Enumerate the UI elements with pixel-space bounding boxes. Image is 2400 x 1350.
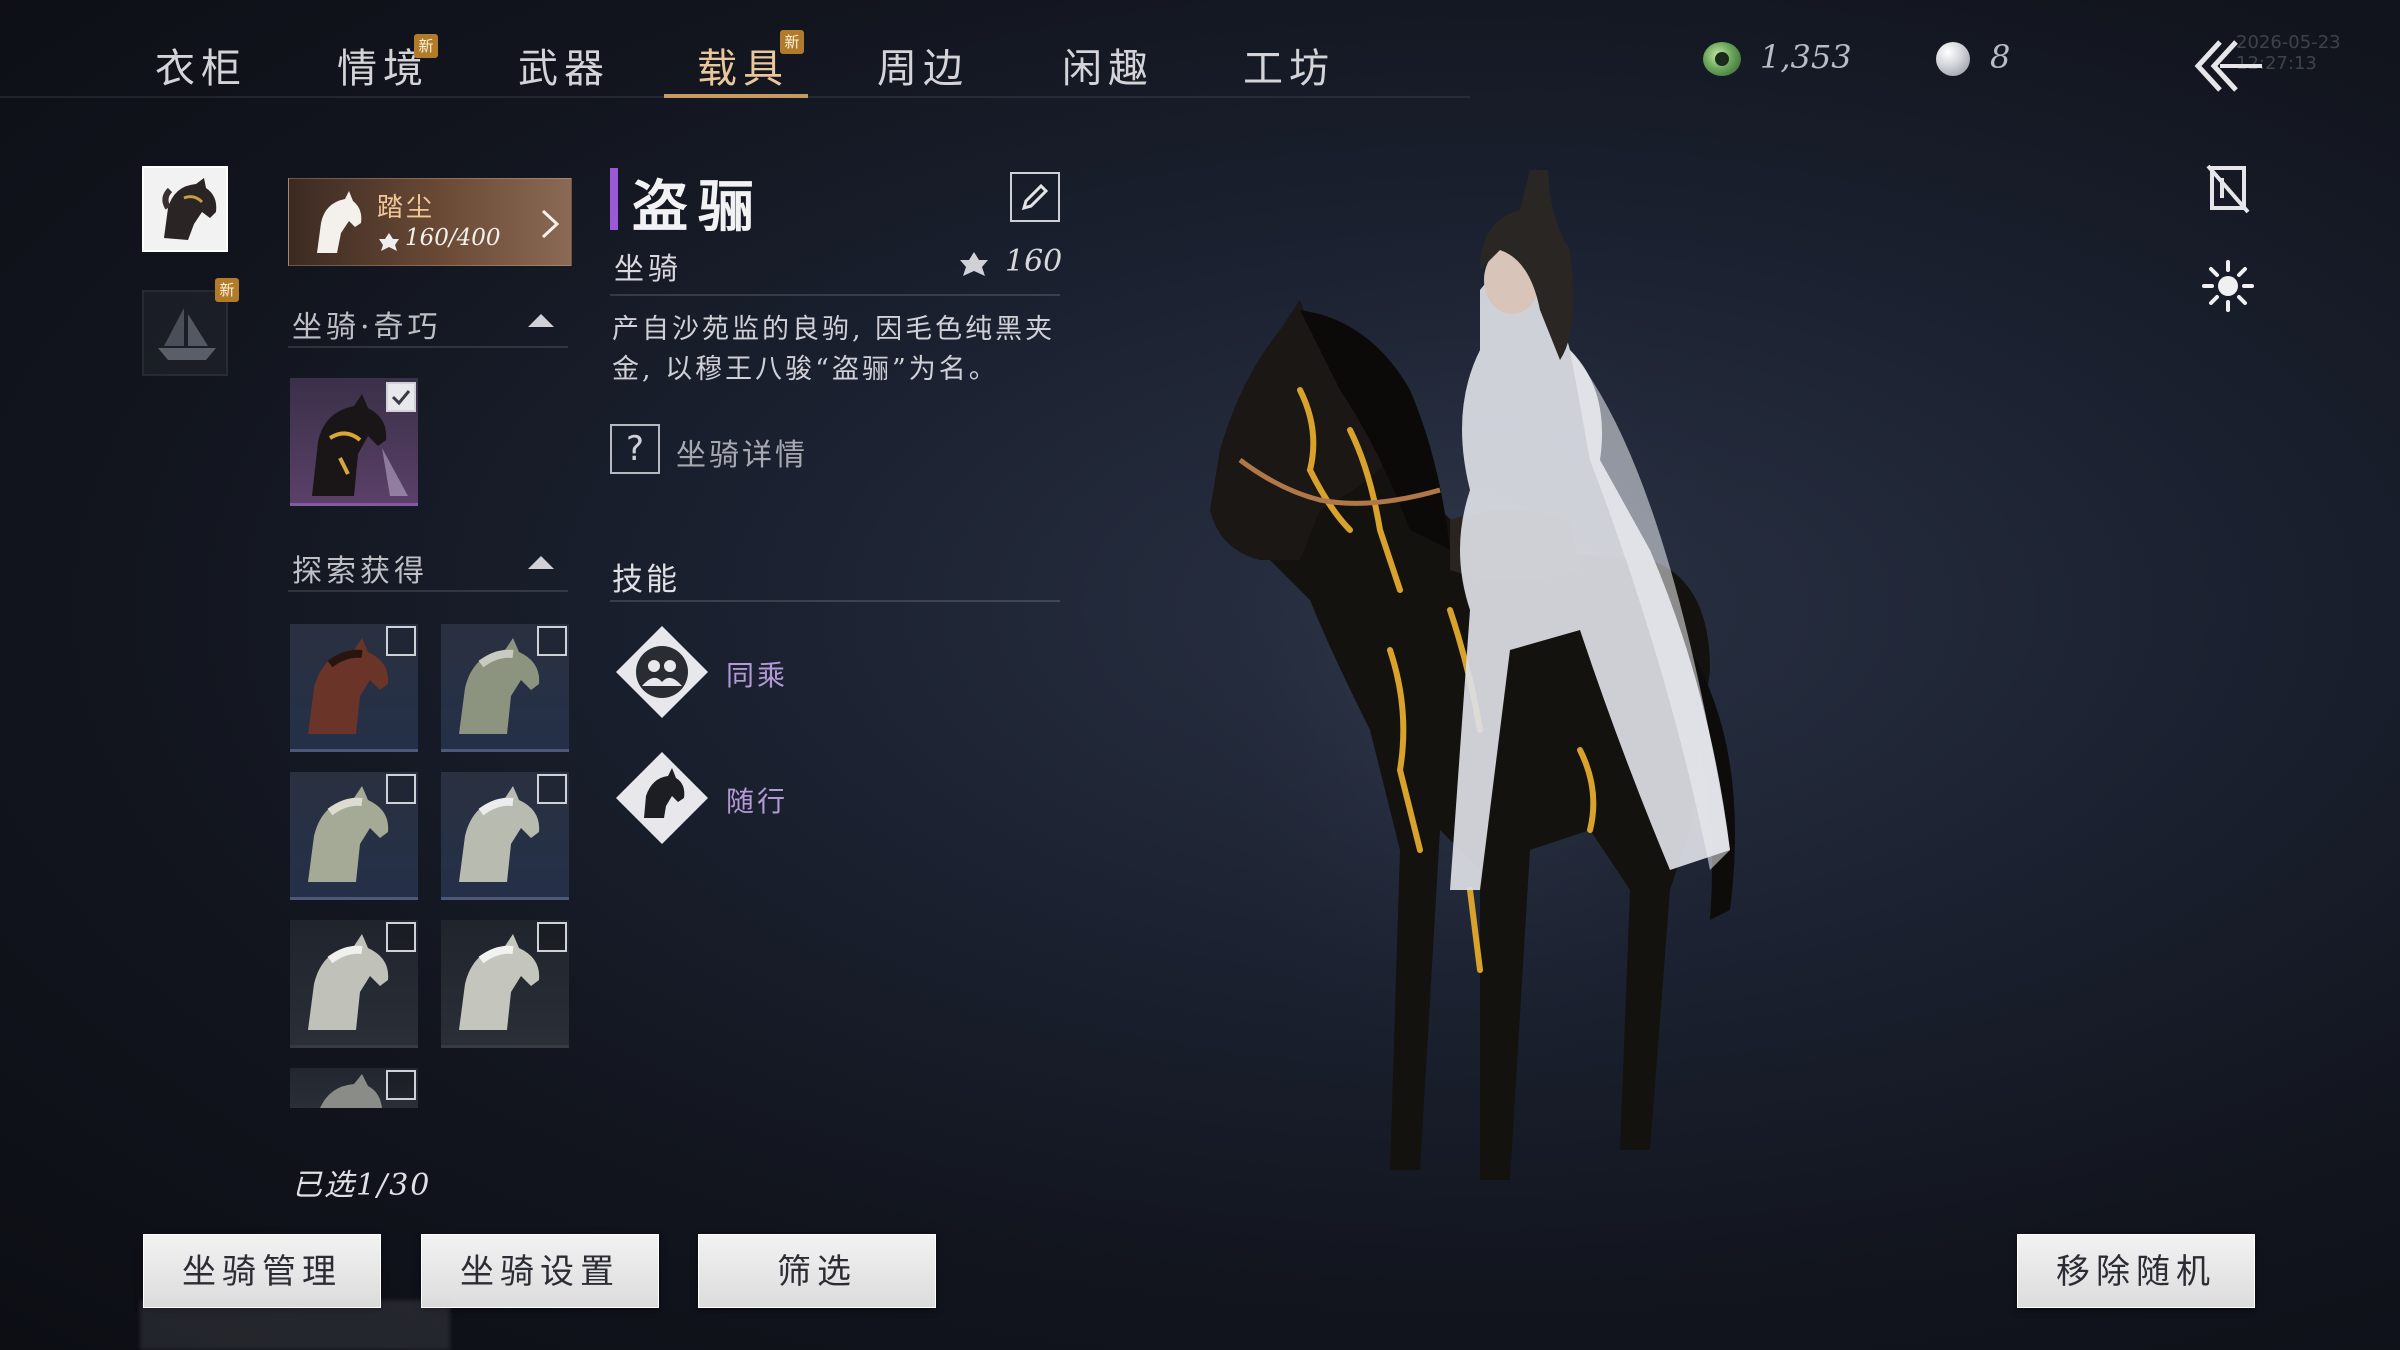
divider (610, 294, 1060, 296)
check-icon (391, 390, 411, 406)
divider (610, 600, 1060, 602)
back-button[interactable] (2190, 36, 2264, 96)
mount-settings-button[interactable]: 坐骑设置 (421, 1234, 659, 1308)
checkbox[interactable] (386, 626, 416, 656)
checkbox[interactable] (537, 922, 567, 952)
mount-manage-button[interactable]: 坐骑管理 (143, 1234, 381, 1308)
skill-follow[interactable] (614, 750, 710, 846)
new-badge: 新 (414, 34, 438, 58)
skills-header: 技能 (612, 562, 680, 598)
active-tab-underline (664, 94, 808, 98)
horse-head-icon (317, 191, 362, 253)
skill-label: 随行 (726, 785, 789, 818)
boat-category-icon (158, 308, 216, 360)
checkbox[interactable] (537, 774, 567, 804)
selected-count: 已选1/30 (292, 1168, 432, 1203)
section-divider (288, 590, 568, 592)
current-mount-card[interactable]: 踏尘 160/400 (288, 178, 572, 266)
score-icon (960, 252, 988, 276)
tab-accessories[interactable]: 周边 (877, 36, 969, 94)
jade-amount: 1,353 (1760, 38, 1852, 76)
lighting-toggle[interactable] (2200, 258, 2256, 314)
tab-wardrobe[interactable]: 衣柜 (155, 36, 247, 94)
skill-label: 同乘 (726, 659, 789, 692)
mount-type: 坐骑 (614, 252, 682, 287)
checkbox-checked[interactable] (386, 382, 416, 412)
tab-weapons[interactable]: 武器 (518, 36, 610, 94)
mount-score: 160 (1005, 244, 1063, 279)
remove-random-button[interactable]: 移除随机 (2017, 1234, 2255, 1308)
checkbox[interactable] (386, 774, 416, 804)
checkbox[interactable] (386, 922, 416, 952)
horse-rider-illustration (1150, 170, 1790, 1180)
blurred-overlay (140, 1300, 450, 1350)
section-explore-title: 探索获得 (292, 554, 428, 589)
section-special-title: 坐骑·奇巧 (292, 310, 442, 345)
score-icon (379, 233, 399, 251)
collapse-icon[interactable] (528, 314, 554, 327)
current-mount-name: 踏尘 (377, 193, 436, 223)
current-mount-progress: 160/400 (405, 225, 501, 251)
checkbox[interactable] (386, 1070, 416, 1100)
section-divider (288, 346, 568, 348)
horse-category-icon (162, 178, 217, 240)
double-chevron-left-icon (2194, 40, 2262, 92)
pencil-icon (1021, 183, 1049, 211)
tab-workshop[interactable]: 工坊 (1243, 36, 1335, 94)
hide-ui-toggle[interactable] (2200, 158, 2256, 218)
title-accent-bar (610, 168, 618, 230)
collapse-icon[interactable] (528, 556, 554, 569)
sun-icon (2202, 260, 2254, 312)
hide-ui-icon (2206, 164, 2250, 214)
horse-follow-icon (616, 752, 708, 844)
pearl-icon (1936, 42, 1970, 76)
mount-title: 盗骊 (632, 174, 764, 240)
category-horse[interactable] (142, 166, 228, 252)
mount-details-link[interactable]: 坐骑详情 (676, 430, 808, 474)
tab-vehicles[interactable]: 载具 (697, 36, 789, 94)
help-icon[interactable]: ? (610, 424, 660, 474)
rename-button[interactable] (1010, 172, 1060, 222)
chevron-right-icon (541, 209, 560, 239)
jade-coin-icon (1703, 42, 1741, 76)
skill-ride-together[interactable] (614, 624, 710, 720)
tab-leisure[interactable]: 闲趣 (1062, 36, 1154, 94)
top-navigation: 衣柜 情境 新 武器 载具 新 周边 闲趣 工坊 (0, 0, 1470, 98)
mount-preview[interactable] (1150, 130, 1790, 1210)
ride-together-icon (616, 626, 708, 718)
mount-description: 产自沙苑监的良驹, 因毛色纯黑夹金, 以穆王八骏“盗骊”为名。 (612, 314, 1056, 385)
filter-button[interactable]: 筛选 (698, 1234, 936, 1308)
checkbox[interactable] (537, 626, 567, 656)
pearl-amount: 8 (1990, 38, 2011, 76)
new-badge: 新 (215, 278, 239, 302)
new-badge: 新 (780, 30, 804, 54)
category-boat[interactable] (142, 290, 228, 376)
